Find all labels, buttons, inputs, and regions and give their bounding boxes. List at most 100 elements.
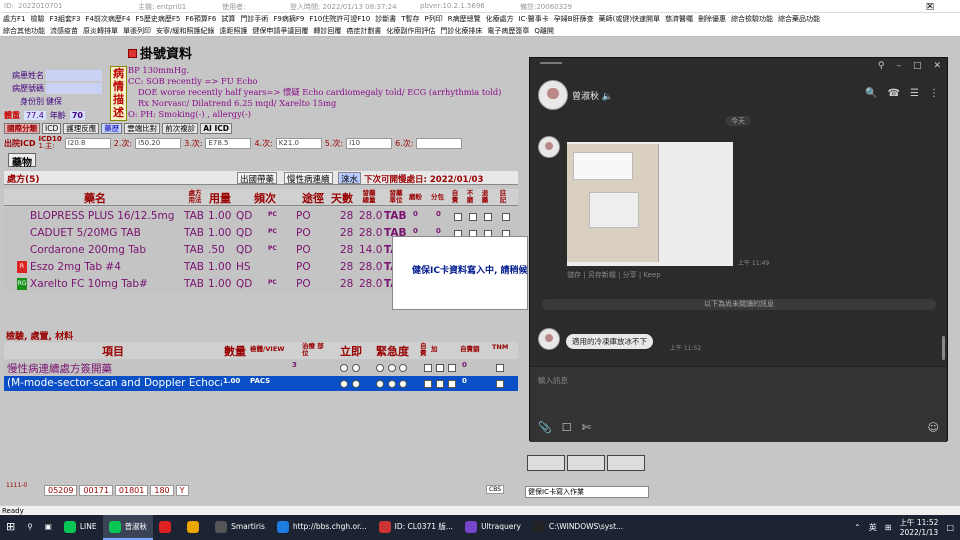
close-icon[interactable]: ✕ bbox=[933, 61, 941, 71]
order-option[interactable] bbox=[496, 379, 504, 391]
order-row[interactable]: (M-mode-sector-scan and Doppler Echoca 1.… bbox=[4, 376, 518, 391]
menu-item[interactable]: 癌症計劃書 bbox=[346, 26, 381, 36]
order-option[interactable] bbox=[448, 379, 456, 391]
more-icon[interactable]: ⋮ bbox=[929, 88, 939, 99]
order-option[interactable] bbox=[436, 363, 444, 375]
taskbar-app[interactable]: 曾淑秋 bbox=[102, 515, 154, 540]
message-input[interactable]: 輸入訊息 bbox=[538, 375, 568, 386]
menu-item[interactable]: 處方F1 bbox=[3, 14, 25, 24]
menu-item[interactable]: 綜合檢驗功能 bbox=[731, 14, 773, 24]
message-input-area[interactable]: 輸入訊息 📎 ☐ ✄ ☺ bbox=[530, 366, 947, 442]
bottom-field[interactable]: 00171 bbox=[79, 485, 113, 496]
taskbar-app[interactable] bbox=[153, 515, 181, 540]
menu-item[interactable]: 診斷書 bbox=[375, 14, 396, 24]
menu-item[interactable]: F6預算F6 bbox=[185, 14, 216, 24]
icd-main[interactable]: I20.8 bbox=[64, 137, 111, 149]
menu-item[interactable]: IC‧醫事卡 bbox=[519, 14, 549, 24]
rx-checkbox[interactable] bbox=[502, 212, 510, 224]
taskbar-app[interactable]: C:\WINDOWS\syst... bbox=[527, 515, 629, 540]
menu-item[interactable]: F3組套F3 bbox=[49, 14, 80, 24]
menu-item[interactable]: R病歷總覽 bbox=[448, 14, 481, 24]
menu-item[interactable]: F9病摘F9 bbox=[273, 14, 304, 24]
photo-actions[interactable]: 儲存 | 另存新檔 | 分享 | Keep bbox=[567, 270, 661, 280]
bottom-field[interactable]: 05209 bbox=[44, 485, 78, 496]
input-method[interactable]: 英 bbox=[869, 522, 877, 533]
rx-checkbox[interactable] bbox=[469, 212, 477, 224]
bottom-field[interactable]: 180 bbox=[150, 485, 174, 496]
menu-item[interactable]: 門診手術 bbox=[240, 14, 268, 24]
icd-tab[interactable]: 護理反應 bbox=[63, 123, 100, 134]
minimize-icon[interactable]: – bbox=[896, 61, 901, 71]
order-option[interactable] bbox=[399, 363, 407, 375]
ic-action-3[interactable] bbox=[607, 455, 645, 471]
chronic-rx-button[interactable]: 慢性病連續 bbox=[284, 172, 333, 185]
menu-item[interactable]: F4前次病歷F4 bbox=[85, 14, 130, 24]
message-bubble[interactable]: 適用的冷凍庫放冰不下 bbox=[566, 334, 653, 349]
order-option[interactable] bbox=[448, 363, 456, 375]
rx-checkbox[interactable] bbox=[454, 212, 462, 224]
search-icon[interactable]: 🔍 bbox=[865, 88, 877, 99]
menu-item[interactable]: 安寧/緩和照護紀錄 bbox=[156, 26, 214, 36]
menu-item[interactable]: 轉診回覆 bbox=[313, 26, 341, 36]
contact-avatar[interactable] bbox=[538, 80, 568, 110]
order-option[interactable] bbox=[424, 379, 432, 391]
menu-item[interactable]: 化療副作用評估 bbox=[386, 26, 435, 36]
order-option[interactable] bbox=[340, 363, 348, 375]
chevron-up-icon[interactable]: ⌃ bbox=[854, 523, 861, 532]
menu-item[interactable]: F10住院許可證F10 bbox=[309, 14, 370, 24]
menu-item[interactable]: 流感疫苗 bbox=[50, 26, 78, 36]
order-option[interactable] bbox=[340, 379, 348, 391]
menu-item[interactable]: 健保申請爭議回覆 bbox=[252, 26, 308, 36]
menu-item[interactable]: P列印 bbox=[424, 14, 442, 24]
rx-row[interactable]: BLOPRESS PLUS 16/12.5mg TAB 1.00 QD PC PO 28 28… bbox=[4, 208, 518, 225]
photo-message[interactable] bbox=[567, 142, 733, 266]
menu-item[interactable]: 刪除優惠 bbox=[698, 14, 726, 24]
bottom-field[interactable]: Y bbox=[175, 485, 189, 496]
clock[interactable]: 上午 11:52 2022/1/13 bbox=[899, 518, 938, 538]
ic-action-2[interactable] bbox=[567, 455, 605, 471]
notes-icon[interactable]: ☰ bbox=[910, 88, 919, 99]
attach-icon[interactable]: 📎 bbox=[538, 421, 552, 434]
icd-tab[interactable]: 前次複診 bbox=[162, 123, 199, 134]
menu-item[interactable]: 孕婦B肝篩查 bbox=[554, 14, 594, 24]
icd-6[interactable] bbox=[416, 137, 463, 149]
lai-button[interactable]: 淶水 bbox=[338, 172, 362, 185]
notification-icon[interactable]: □ bbox=[946, 523, 954, 532]
emoji-icon[interactable]: ☺ bbox=[928, 421, 939, 434]
menu-item[interactable]: 遠距照護 bbox=[219, 26, 247, 36]
menu-item[interactable]: 綜合藥品功能 bbox=[778, 14, 820, 24]
icd-5[interactable]: I10 bbox=[346, 137, 393, 149]
phone-icon[interactable]: ☎ bbox=[888, 88, 900, 99]
menu-item[interactable]: 檢驗 bbox=[30, 14, 44, 24]
travel-meds-button[interactable]: 出國帶藥 bbox=[237, 172, 278, 185]
menu-item[interactable]: 綜合其他功能 bbox=[3, 26, 45, 36]
keyboard-icon[interactable]: ⊞ bbox=[885, 523, 892, 532]
icd-4[interactable]: K21.0 bbox=[275, 137, 322, 149]
icd-tab[interactable]: 國際分類 bbox=[4, 123, 40, 134]
sender-avatar[interactable] bbox=[538, 136, 560, 158]
icd-tab[interactable]: 雲端比對 bbox=[124, 123, 161, 134]
chat-scrollbar[interactable] bbox=[942, 336, 945, 360]
taskbar-app[interactable]: LINE bbox=[58, 515, 103, 540]
menu-item[interactable]: T暫存 bbox=[401, 14, 419, 24]
order-option[interactable] bbox=[424, 363, 432, 375]
bottom-field[interactable]: 01801 bbox=[114, 485, 149, 496]
clinical-notes[interactable]: BP 130mmHg. CC: SOB recently => FU Echo DO… bbox=[128, 65, 528, 120]
ic-action-1[interactable] bbox=[527, 455, 565, 471]
order-option[interactable] bbox=[376, 379, 384, 391]
order-option[interactable] bbox=[388, 379, 396, 391]
pin-icon[interactable]: ⚲ bbox=[878, 61, 885, 71]
menu-item[interactable]: 試算 bbox=[221, 14, 235, 24]
order-option[interactable] bbox=[388, 363, 396, 375]
order-option[interactable] bbox=[376, 363, 384, 375]
maximize-icon[interactable]: □ bbox=[913, 61, 922, 71]
rx-checkbox[interactable] bbox=[484, 212, 492, 224]
icd-tab[interactable]: ICD bbox=[42, 123, 62, 134]
menu-item[interactable]: F5歷史病歷F5 bbox=[135, 14, 180, 24]
task-view-button[interactable]: ▣ bbox=[39, 515, 58, 540]
crop-icon[interactable]: ✄ bbox=[582, 421, 591, 434]
sender-avatar[interactable] bbox=[538, 328, 560, 350]
icd-3[interactable]: E78.5 bbox=[205, 137, 252, 149]
cbs-button[interactable]: CBS bbox=[486, 485, 505, 494]
order-option[interactable] bbox=[436, 379, 444, 391]
